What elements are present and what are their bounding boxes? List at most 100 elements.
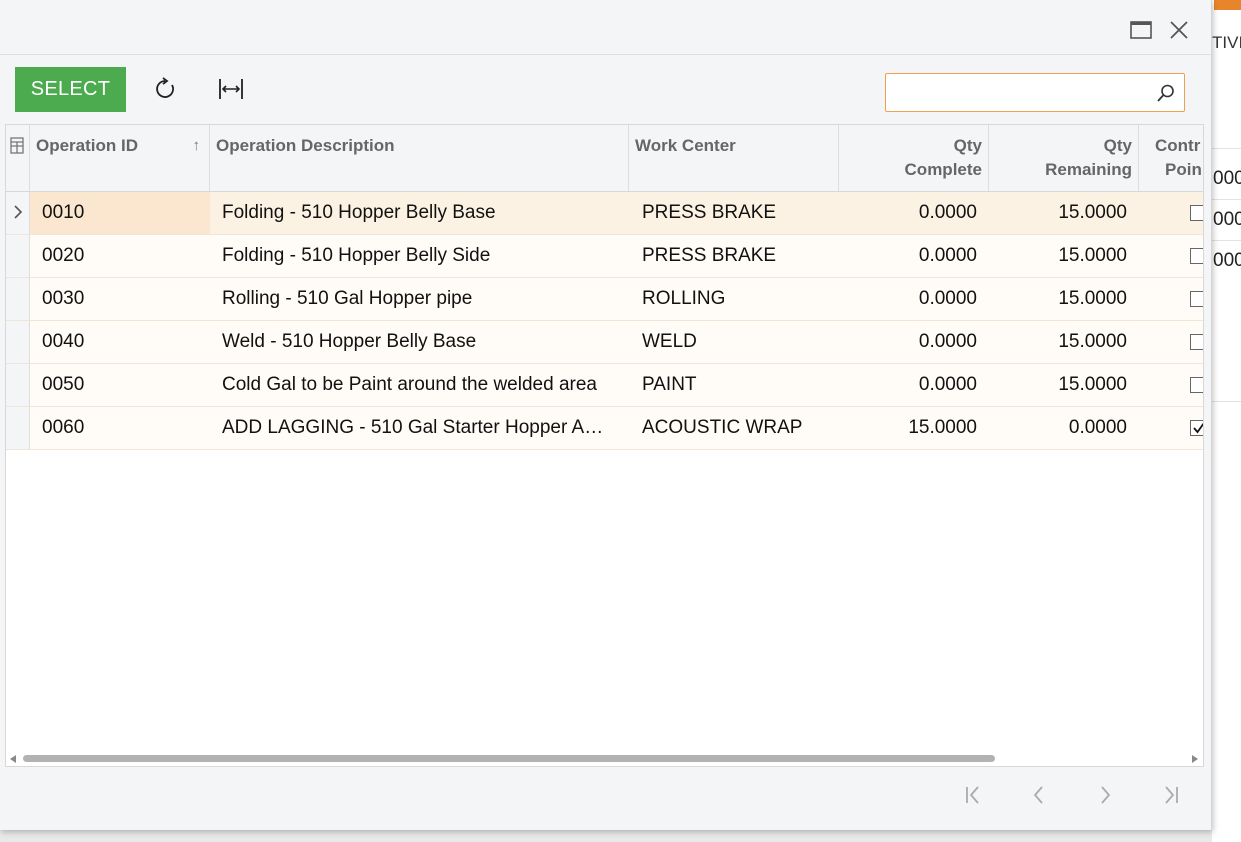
control-point-checkbox[interactable] xyxy=(1190,377,1203,393)
table-row[interactable]: 0040 Weld - 510 Hopper Belly Base WELD 0.00… xyxy=(6,321,1203,364)
dialog-toolbar: SELECT xyxy=(0,55,1211,125)
row-selector[interactable] xyxy=(6,278,30,320)
column-header-operation-id[interactable]: Operation ID ↑ xyxy=(30,125,210,191)
control-point-cell xyxy=(1139,407,1203,449)
qty-remaining-cell[interactable]: 15.0000 xyxy=(989,364,1139,406)
table-row[interactable]: 0050 Cold Gal to be Paint around the weld… xyxy=(6,364,1203,407)
column-header-qty-remaining[interactable]: Qty Remaining xyxy=(989,125,1139,191)
control-point-cell xyxy=(1139,278,1203,320)
qty-remaining-cell[interactable]: 15.0000 xyxy=(989,278,1139,320)
column-header-work-center[interactable]: Work Center xyxy=(629,125,839,191)
current-row-arrow-icon xyxy=(14,205,23,219)
operation-description-cell[interactable]: Folding - 510 Hopper Belly Side xyxy=(210,235,628,277)
background-cell: 000 xyxy=(1213,168,1241,189)
row-selector[interactable] xyxy=(6,407,30,449)
control-point-checkbox[interactable] xyxy=(1190,291,1203,307)
refresh-icon[interactable] xyxy=(150,73,182,105)
column-header-operation-description[interactable]: Operation Description xyxy=(210,125,629,191)
background-divider xyxy=(1212,240,1241,241)
column-header-qty-complete[interactable]: Qty Complete xyxy=(839,125,989,191)
operation-id-cell[interactable]: 0050 xyxy=(30,364,210,406)
row-selector[interactable] xyxy=(6,321,30,363)
next-page-icon[interactable] xyxy=(1090,780,1120,810)
background-divider xyxy=(1212,148,1241,149)
scroll-left-icon[interactable] xyxy=(10,755,16,763)
control-point-checkbox[interactable] xyxy=(1190,248,1203,264)
qty-complete-cell[interactable]: 0.0000 xyxy=(839,364,989,406)
operation-id-cell[interactable]: 0010 xyxy=(30,192,210,234)
qty-complete-cell[interactable]: 0.0000 xyxy=(839,321,989,363)
checkmark-icon xyxy=(1193,422,1203,434)
qty-remaining-cell[interactable]: 15.0000 xyxy=(989,192,1139,234)
qty-remaining-cell[interactable]: 15.0000 xyxy=(989,321,1139,363)
row-selector[interactable] xyxy=(6,364,30,406)
search-field[interactable] xyxy=(885,73,1185,112)
work-center-cell[interactable]: ACOUSTIC WRAP xyxy=(629,407,838,449)
scrollbar-thumb[interactable] xyxy=(23,755,995,762)
qty-remaining-cell[interactable]: 0.0000 xyxy=(989,407,1139,449)
sort-ascending-icon[interactable]: ↑ xyxy=(193,134,201,158)
column-label: Remaining xyxy=(1045,160,1132,179)
grid-header: Operation ID ↑ Operation Description Wor… xyxy=(6,125,1203,192)
fit-to-screen-icon[interactable] xyxy=(215,73,247,105)
horizontal-scrollbar[interactable] xyxy=(6,751,1203,766)
column-header-control-point[interactable]: Contr Poin xyxy=(1139,125,1203,191)
operation-id-cell[interactable]: 0020 xyxy=(30,235,210,277)
work-center-cell[interactable]: PRESS BRAKE xyxy=(629,235,838,277)
operation-id-cell[interactable]: 0060 xyxy=(30,407,210,449)
search-icon[interactable] xyxy=(1156,83,1176,103)
background-divider xyxy=(1212,199,1241,200)
operations-lookup-dialog: SELECT Operation ID ↑ Operation Descript… xyxy=(0,0,1212,830)
work-center-cell[interactable]: PRESS BRAKE xyxy=(629,192,838,234)
operation-description-cell[interactable]: Folding - 510 Hopper Belly Base xyxy=(210,192,628,234)
previous-page-icon[interactable] xyxy=(1024,780,1054,810)
column-label: Operation Description xyxy=(216,136,395,155)
qty-complete-cell[interactable]: 0.0000 xyxy=(839,192,989,234)
column-label: Poin xyxy=(1165,160,1202,179)
qty-complete-cell[interactable]: 15.0000 xyxy=(839,407,989,449)
table-row[interactable]: 0020 Folding - 510 Hopper Belly Side PRESS… xyxy=(6,235,1203,278)
table-row[interactable]: 0060 ADD LAGGING - 510 Gal Starter Hopper… xyxy=(6,407,1203,450)
scroll-right-icon[interactable] xyxy=(1192,755,1198,763)
first-page-icon[interactable] xyxy=(958,780,988,810)
column-chooser-icon[interactable] xyxy=(6,125,30,191)
background-header-fragment: TIVI xyxy=(1212,33,1241,52)
table-row[interactable]: 0010 Folding - 510 Hopper Belly Base PRESS… xyxy=(6,192,1203,235)
operation-description-cell[interactable]: Cold Gal to be Paint around the welded a… xyxy=(210,364,628,406)
maximize-icon[interactable] xyxy=(1128,17,1154,43)
operations-grid: Operation ID ↑ Operation Description Wor… xyxy=(5,124,1204,767)
control-point-checkbox[interactable] xyxy=(1190,205,1203,221)
column-label: Contr xyxy=(1155,136,1201,155)
operation-id-cell[interactable]: 0040 xyxy=(30,321,210,363)
control-point-cell xyxy=(1139,235,1203,277)
row-selector[interactable] xyxy=(6,235,30,277)
select-button[interactable]: SELECT xyxy=(15,67,126,112)
operation-description-cell[interactable]: Weld - 510 Hopper Belly Base xyxy=(210,321,628,363)
background-accent-bar xyxy=(1214,0,1241,10)
operation-id-cell[interactable]: 0030 xyxy=(30,278,210,320)
operation-description-cell[interactable]: Rolling - 510 Gal Hopper pipe xyxy=(210,278,628,320)
work-center-cell[interactable]: WELD xyxy=(629,321,838,363)
control-point-cell xyxy=(1139,192,1203,234)
column-label: Work Center xyxy=(635,136,736,155)
last-page-icon[interactable] xyxy=(1156,780,1186,810)
work-center-cell[interactable]: PAINT xyxy=(629,364,838,406)
close-icon[interactable] xyxy=(1166,17,1192,43)
work-center-cell[interactable]: ROLLING xyxy=(629,278,838,320)
background-page: TIVI 000 000 000 xyxy=(1212,0,1241,842)
qty-complete-cell[interactable]: 0.0000 xyxy=(839,278,989,320)
control-point-cell xyxy=(1139,364,1203,406)
column-label: Complete xyxy=(904,160,982,179)
control-point-cell xyxy=(1139,321,1203,363)
operation-description-cell[interactable]: ADD LAGGING - 510 Gal Starter Hopper A… xyxy=(210,407,628,449)
dialog-titlebar xyxy=(0,0,1211,55)
control-point-checkbox[interactable] xyxy=(1190,420,1203,436)
qty-complete-cell[interactable]: 0.0000 xyxy=(839,235,989,277)
row-selector[interactable] xyxy=(6,192,30,234)
column-label: Qty xyxy=(953,136,982,155)
search-input[interactable] xyxy=(892,78,1152,107)
column-label: Operation ID xyxy=(36,136,139,155)
table-row[interactable]: 0030 Rolling - 510 Gal Hopper pipe ROLLING… xyxy=(6,278,1203,321)
qty-remaining-cell[interactable]: 15.0000 xyxy=(989,235,1139,277)
control-point-checkbox[interactable] xyxy=(1190,334,1203,350)
